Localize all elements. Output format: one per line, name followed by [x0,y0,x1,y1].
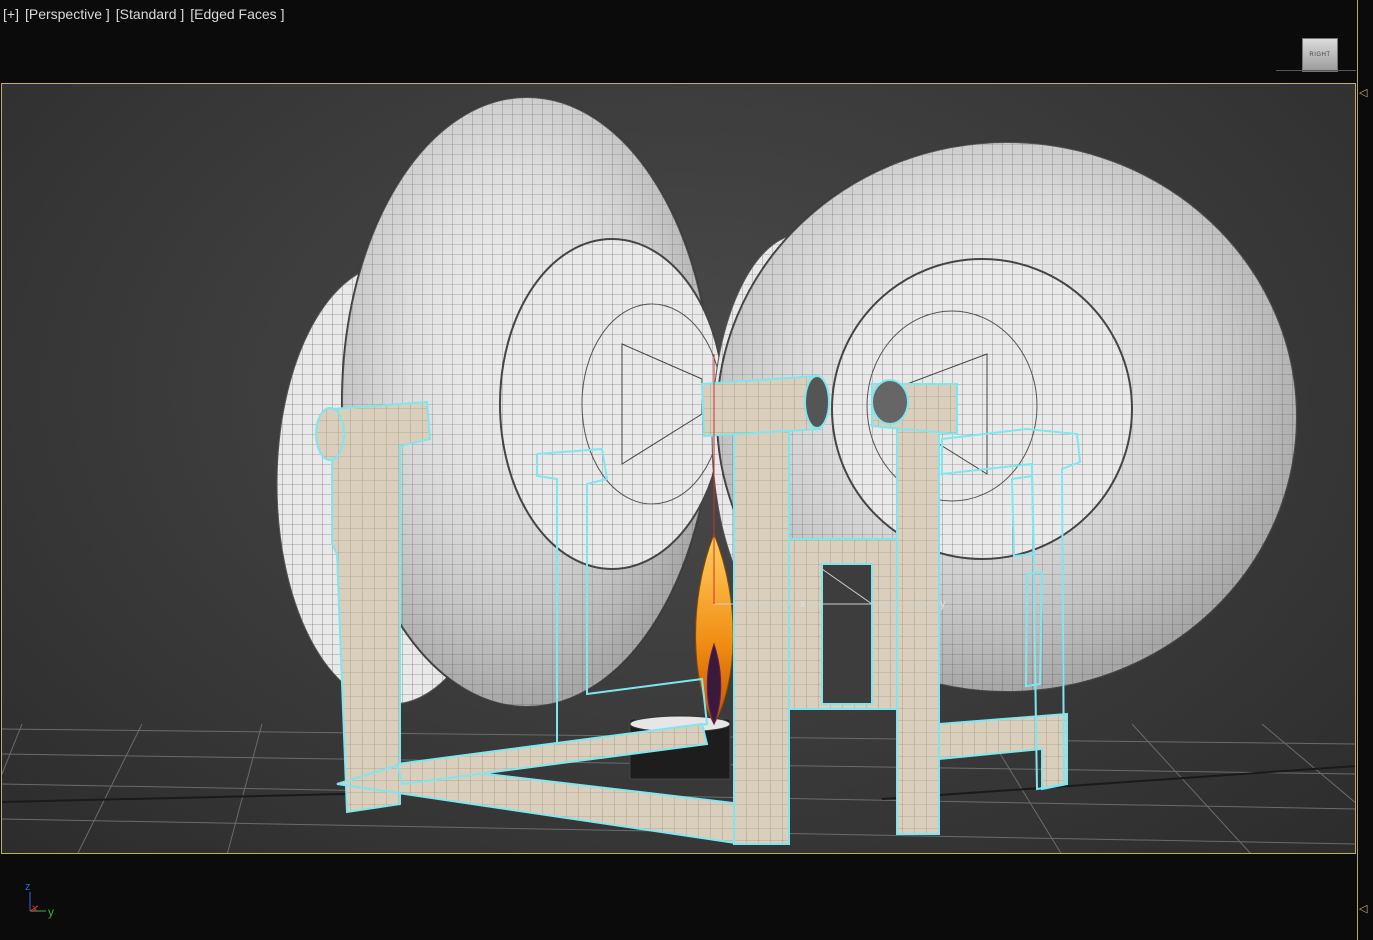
view-type-button[interactable]: [Perspective ] [25,6,110,22]
frame-marker-top: ◁ [1359,87,1368,99]
scene-canvas[interactable]: x y [2,84,1356,854]
gizmo-x-label: x [800,598,806,610]
gizmo-y-label: y [940,598,946,610]
viewcube[interactable]: RIGHT [1302,38,1338,72]
viewport-header: [+] [Perspective ] [Standard ] [Edged Fa… [3,6,284,22]
axle-left [700,374,830,438]
shading-mode-button[interactable]: [Standard ] [116,6,185,22]
right-rule [1357,0,1358,940]
frame-marker-bottom: ◁ [1359,903,1368,915]
axle-right [871,379,958,436]
axle-outer-left [315,407,345,461]
safe-frame[interactable]: x y [1,83,1356,854]
axis-z-label: z [25,881,31,893]
viewcube-floor [1276,70,1356,71]
axis-tripod: z x y [25,881,54,919]
axis-x-label: x [32,901,38,915]
viewport-menu-button[interactable]: [+] [3,6,19,22]
axis-y-label: y [48,905,54,919]
edged-faces-button[interactable]: [Edged Faces ] [190,6,284,22]
viewcube-face-label: RIGHT [1309,52,1331,58]
